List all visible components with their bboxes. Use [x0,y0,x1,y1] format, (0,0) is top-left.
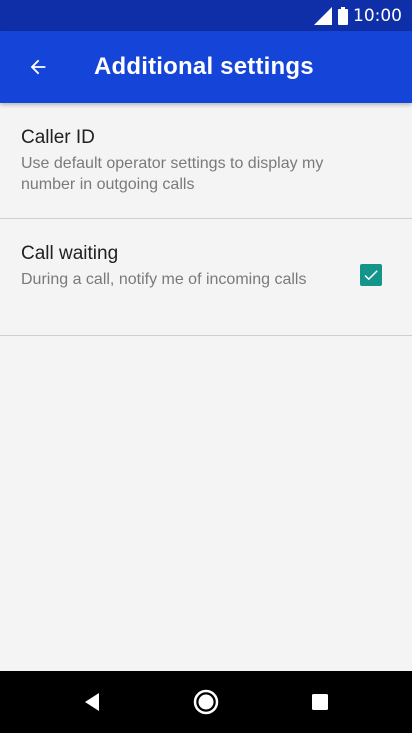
status-time: 10:00 [353,5,402,26]
checkmark-icon [364,270,378,281]
circle-home-icon [193,689,219,715]
square-recents-icon [312,694,328,710]
app-bar: Additional settings [0,31,412,103]
triangle-back-icon [85,693,99,711]
setting-description: Use default operator settings to display… [21,155,324,193]
status-bar: 10:00 [0,0,412,31]
page-title: Additional settings [94,53,314,80]
setting-description: During a call, notify me of incoming cal… [21,271,307,288]
setting-call-waiting[interactable]: Call waiting During a call, notify me of… [0,219,412,336]
nav-back-button[interactable] [78,688,106,716]
back-button[interactable] [20,49,56,85]
settings-list: Caller ID Use default operator settings … [0,103,412,336]
setting-caller-id[interactable]: Caller ID Use default operator settings … [0,103,412,219]
call-waiting-checkbox[interactable] [360,264,382,286]
battery-icon [338,6,348,25]
arrow-left-icon [30,59,46,75]
setting-title: Call waiting [21,243,119,264]
setting-title: Caller ID [21,127,95,148]
nav-recents-button[interactable] [306,688,334,716]
navigation-bar [0,671,412,733]
nav-home-button[interactable] [192,688,220,716]
signal-icon [314,6,332,25]
